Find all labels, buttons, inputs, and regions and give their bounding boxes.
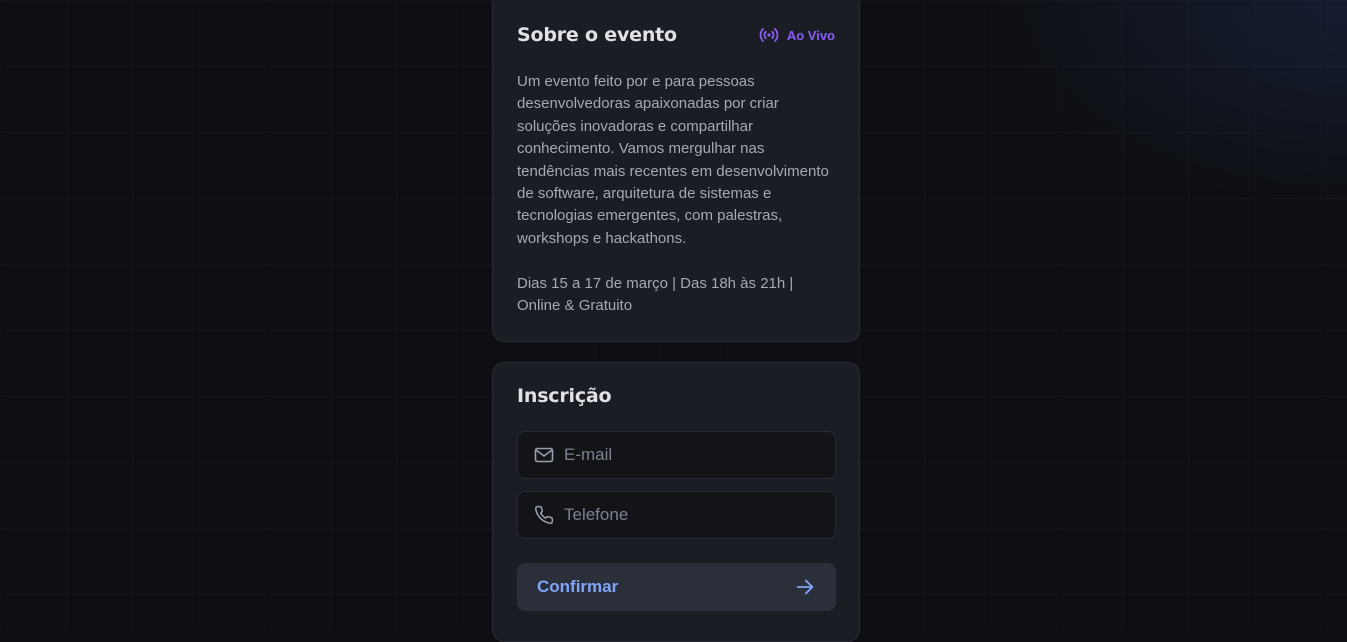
event-info: Dias 15 a 17 de março | Das 18h às 21h |… [517, 275, 794, 315]
about-card: Sobre o evento Ao Vivo Um evento feito p… [492, 0, 860, 342]
signup-card-header: Inscrição [517, 385, 835, 407]
event-description: Um evento feito por e para pessoas desen… [517, 73, 829, 247]
email-field[interactable] [517, 431, 836, 479]
confirm-button[interactable]: Confirmar [517, 563, 836, 611]
live-badge: Ao Vivo [759, 27, 835, 43]
broadcast-icon [759, 27, 779, 43]
phone-icon [534, 505, 554, 525]
email-input[interactable] [564, 445, 804, 465]
confirm-button-label: Confirmar [537, 577, 619, 596]
about-card-header: Sobre o evento Ao Vivo [517, 24, 835, 46]
about-title: Sobre o evento [517, 24, 677, 46]
live-badge-label: Ao Vivo [786, 27, 835, 43]
phone-field[interactable] [517, 491, 836, 539]
arrow-right-icon [794, 576, 816, 598]
signup-card: Inscrição Confirmar [492, 362, 860, 642]
phone-input[interactable] [564, 505, 804, 525]
mail-icon [534, 446, 554, 464]
signup-title: Inscrição [517, 385, 612, 407]
